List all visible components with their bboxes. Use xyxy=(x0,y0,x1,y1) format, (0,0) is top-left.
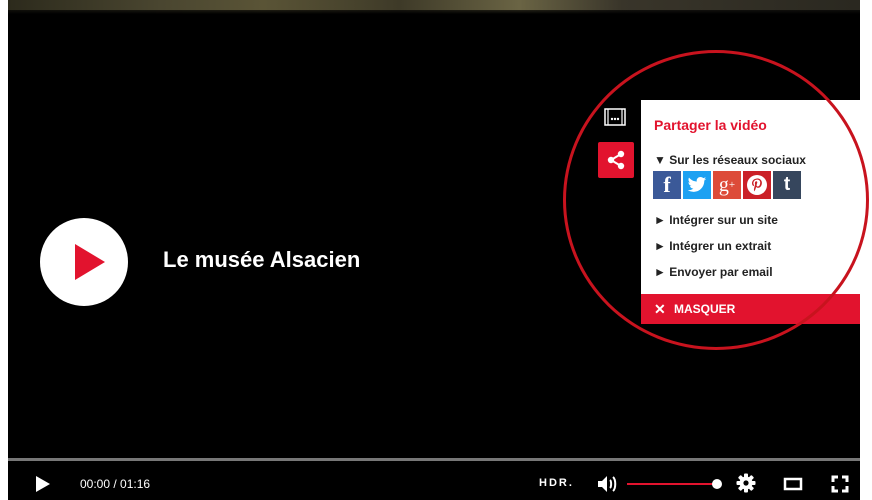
share-option-email[interactable]: ► Envoyer par email xyxy=(654,265,773,279)
hide-share-label: MASQUER xyxy=(674,302,736,316)
share-panel-title: Partager la vidéo xyxy=(654,117,767,133)
time-display: 00:00 / 01:16 xyxy=(80,477,151,491)
volume-icon[interactable] xyxy=(596,474,622,494)
share-panel: Partager la vidéo ▼ Sur les réseaux soci… xyxy=(641,100,860,324)
gear-icon[interactable] xyxy=(736,473,756,493)
play-icon xyxy=(75,244,105,280)
tumblr-icon[interactable]: t xyxy=(773,171,801,199)
quality-button[interactable]: HDR. xyxy=(539,477,574,489)
twitter-icon[interactable] xyxy=(683,171,711,199)
big-play-button[interactable] xyxy=(40,218,128,306)
progress-bar[interactable] xyxy=(8,458,860,461)
close-icon: ✕ xyxy=(654,301,666,317)
share-option-embed-clip[interactable]: ► Intégrer un extrait xyxy=(654,239,771,253)
share-icon xyxy=(607,150,625,170)
pinterest-icon[interactable] xyxy=(743,171,771,199)
play-button[interactable] xyxy=(36,476,50,492)
video-title: Le musée Alsacien xyxy=(163,247,361,272)
theater-mode-icon[interactable] xyxy=(783,474,803,494)
social-section-toggle[interactable]: ▼ Sur les réseaux sociaux xyxy=(654,153,806,167)
facebook-icon[interactable]: f xyxy=(653,171,681,199)
volume-slider-handle[interactable] xyxy=(712,479,722,489)
video-player[interactable]: Le musée Alsacien Partager la vidéo ▼ Su… xyxy=(8,0,860,500)
social-icons: f g + t xyxy=(653,171,801,199)
share-button[interactable] xyxy=(598,142,634,178)
google-plus-icon[interactable]: g + xyxy=(713,171,741,199)
video-thumbnail-strip xyxy=(8,0,860,14)
share-option-embed-site[interactable]: ► Intégrer sur un site xyxy=(654,213,778,227)
volume-slider[interactable] xyxy=(627,483,719,485)
control-bar: 00:00 / 01:16 HDR. xyxy=(8,466,860,500)
fullscreen-icon[interactable] xyxy=(830,474,850,494)
embed-icon[interactable] xyxy=(604,107,626,127)
hide-share-button[interactable]: ✕ MASQUER xyxy=(641,294,860,324)
